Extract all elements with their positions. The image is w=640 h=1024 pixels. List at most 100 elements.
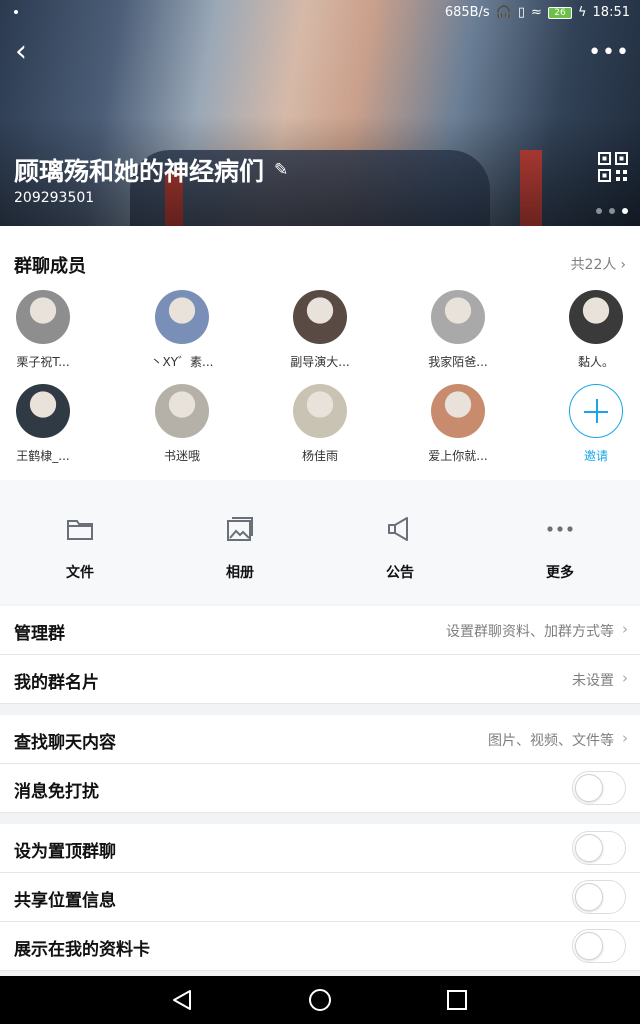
invite-button[interactable]: 邀请 bbox=[541, 384, 640, 464]
members-section: 群聊成员 共22人 › 栗子祝T... 丶XY゛素... 副导演大... 我家陌爸… bbox=[0, 226, 640, 480]
section-divider bbox=[0, 704, 640, 715]
avatar bbox=[431, 290, 485, 344]
pin-toggle[interactable] bbox=[572, 831, 626, 865]
avatar bbox=[569, 290, 623, 344]
group-card-row[interactable]: 我的群名片 未设置 › bbox=[0, 655, 640, 704]
more-dots-icon bbox=[480, 516, 640, 542]
notification-dot bbox=[14, 10, 18, 14]
nav-back-icon[interactable] bbox=[170, 988, 194, 1012]
nav-recents-icon[interactable] bbox=[445, 988, 469, 1012]
member-item[interactable]: 杨佳雨 bbox=[265, 384, 375, 464]
album-button[interactable]: 相册 bbox=[160, 516, 320, 582]
back-arrow-icon[interactable]: ‹ bbox=[6, 37, 36, 68]
more-button[interactable]: 更多 bbox=[480, 516, 640, 582]
files-button[interactable]: 文件 bbox=[0, 516, 160, 582]
row-value: 未设置 bbox=[572, 673, 614, 689]
member-name: 栗子祝T... bbox=[16, 355, 70, 369]
megaphone-icon bbox=[320, 516, 480, 542]
members-count-link[interactable]: 共22人 › bbox=[571, 254, 626, 274]
member-name: 我家陌爸... bbox=[428, 355, 488, 369]
network-speed: 685B/s bbox=[444, 5, 490, 20]
album-icon bbox=[160, 516, 320, 542]
action-bar: 文件 相册 公告 更多 bbox=[0, 480, 640, 604]
share-location-row: 共享位置信息 bbox=[0, 873, 640, 922]
row-value: 设置群聊资料、加群方式等 bbox=[446, 624, 614, 640]
avatar bbox=[16, 384, 70, 438]
toggle-knob bbox=[575, 932, 603, 960]
member-name: 书迷哦 bbox=[163, 449, 200, 463]
qr-code-icon[interactable] bbox=[598, 152, 628, 182]
member-item[interactable]: 丶XY゛素... bbox=[127, 290, 237, 370]
avatar bbox=[431, 384, 485, 438]
mute-toggle[interactable] bbox=[572, 771, 626, 805]
cover-pager bbox=[596, 208, 628, 214]
charging-icon: ϟ bbox=[577, 5, 587, 20]
announcement-button[interactable]: 公告 bbox=[320, 516, 480, 582]
avatar bbox=[155, 384, 209, 438]
clock: 18:51 bbox=[592, 5, 630, 20]
members-count: 共22人 bbox=[570, 257, 617, 273]
pager-dot bbox=[596, 208, 602, 214]
system-nav-bar bbox=[0, 976, 640, 1024]
pager-dot bbox=[609, 208, 615, 214]
member-name: 杨佳雨 bbox=[301, 449, 338, 463]
status-bar: 685B/s 🎧 ▯ ≈ 26 ϟ 18:51 bbox=[0, 0, 640, 28]
chevron-right-icon: › bbox=[620, 257, 626, 273]
section-divider bbox=[0, 813, 640, 824]
member-item[interactable]: 我家陌爸... bbox=[403, 290, 513, 370]
toggle-knob bbox=[575, 883, 603, 911]
announcement-label: 公告 bbox=[386, 565, 414, 581]
member-name: 王鹤棣_... bbox=[16, 449, 70, 463]
toggle-knob bbox=[575, 774, 603, 802]
member-item[interactable]: 爱上你就... bbox=[403, 384, 513, 464]
member-item[interactable]: 副导演大... bbox=[265, 290, 375, 370]
folder-icon bbox=[0, 516, 160, 542]
show-on-profile-toggle[interactable] bbox=[572, 929, 626, 963]
member-name: 丶XY゛素... bbox=[150, 355, 214, 369]
member-item[interactable]: 黏人。 bbox=[541, 290, 640, 370]
member-name: 黏人。 bbox=[577, 355, 614, 369]
wifi-icon: ≈ bbox=[531, 5, 542, 20]
member-item[interactable]: 王鹤棣_... bbox=[0, 384, 98, 464]
row-title: 设为置顶群聊 bbox=[14, 842, 116, 862]
row-title: 展示在我的资料卡 bbox=[14, 940, 150, 960]
group-id: 209293501 bbox=[14, 190, 95, 206]
group-name: 顾璃殇和她的神经病们 bbox=[14, 157, 265, 186]
headset-icon: 🎧 bbox=[495, 5, 512, 20]
avatar bbox=[16, 290, 70, 344]
group-cover-header: 685B/s 🎧 ▯ ≈ 26 ϟ 18:51 ‹ ••• 顾璃殇和她的神经病们… bbox=[0, 0, 640, 226]
toggle-knob bbox=[575, 834, 603, 862]
row-title: 我的群名片 bbox=[14, 673, 99, 693]
more-options-icon[interactable]: ••• bbox=[588, 40, 630, 65]
manage-group-row[interactable]: 管理群 设置群聊资料、加群方式等 › bbox=[0, 606, 640, 655]
plus-icon bbox=[569, 384, 623, 438]
row-title: 共享位置信息 bbox=[14, 891, 116, 911]
invite-label: 邀请 bbox=[583, 449, 608, 463]
avatar bbox=[293, 290, 347, 344]
row-title: 查找聊天内容 bbox=[14, 733, 116, 753]
member-name: 爱上你就... bbox=[428, 449, 488, 463]
mute-row: 消息免打扰 bbox=[0, 764, 640, 813]
member-name: 副导演大... bbox=[290, 355, 350, 369]
more-label: 更多 bbox=[546, 565, 574, 581]
member-item[interactable]: 书迷哦 bbox=[127, 384, 237, 464]
avatar bbox=[155, 290, 209, 344]
files-label: 文件 bbox=[66, 565, 94, 581]
pin-row: 设为置顶群聊 bbox=[0, 824, 640, 873]
edit-pencil-icon[interactable]: ✎ bbox=[274, 160, 288, 180]
search-chat-row[interactable]: 查找聊天内容 图片、视频、文件等 › bbox=[0, 715, 640, 764]
show-on-profile-row: 展示在我的资料卡 bbox=[0, 922, 640, 971]
album-label: 相册 bbox=[226, 565, 254, 581]
row-title: 管理群 bbox=[14, 624, 65, 644]
nav-home-icon[interactable] bbox=[308, 988, 332, 1012]
chevron-right-icon: › bbox=[622, 729, 628, 747]
member-item[interactable]: 栗子祝T... bbox=[0, 290, 98, 370]
chevron-right-icon: › bbox=[622, 620, 628, 638]
chevron-right-icon: › bbox=[622, 669, 628, 687]
members-title: 群聊成员 bbox=[14, 256, 86, 277]
row-title: 消息免打扰 bbox=[14, 782, 99, 802]
battery-icon: 26 bbox=[547, 6, 572, 19]
share-location-toggle[interactable] bbox=[572, 880, 626, 914]
pager-dot-active bbox=[622, 208, 628, 214]
vibrate-icon: ▯ bbox=[517, 5, 526, 20]
